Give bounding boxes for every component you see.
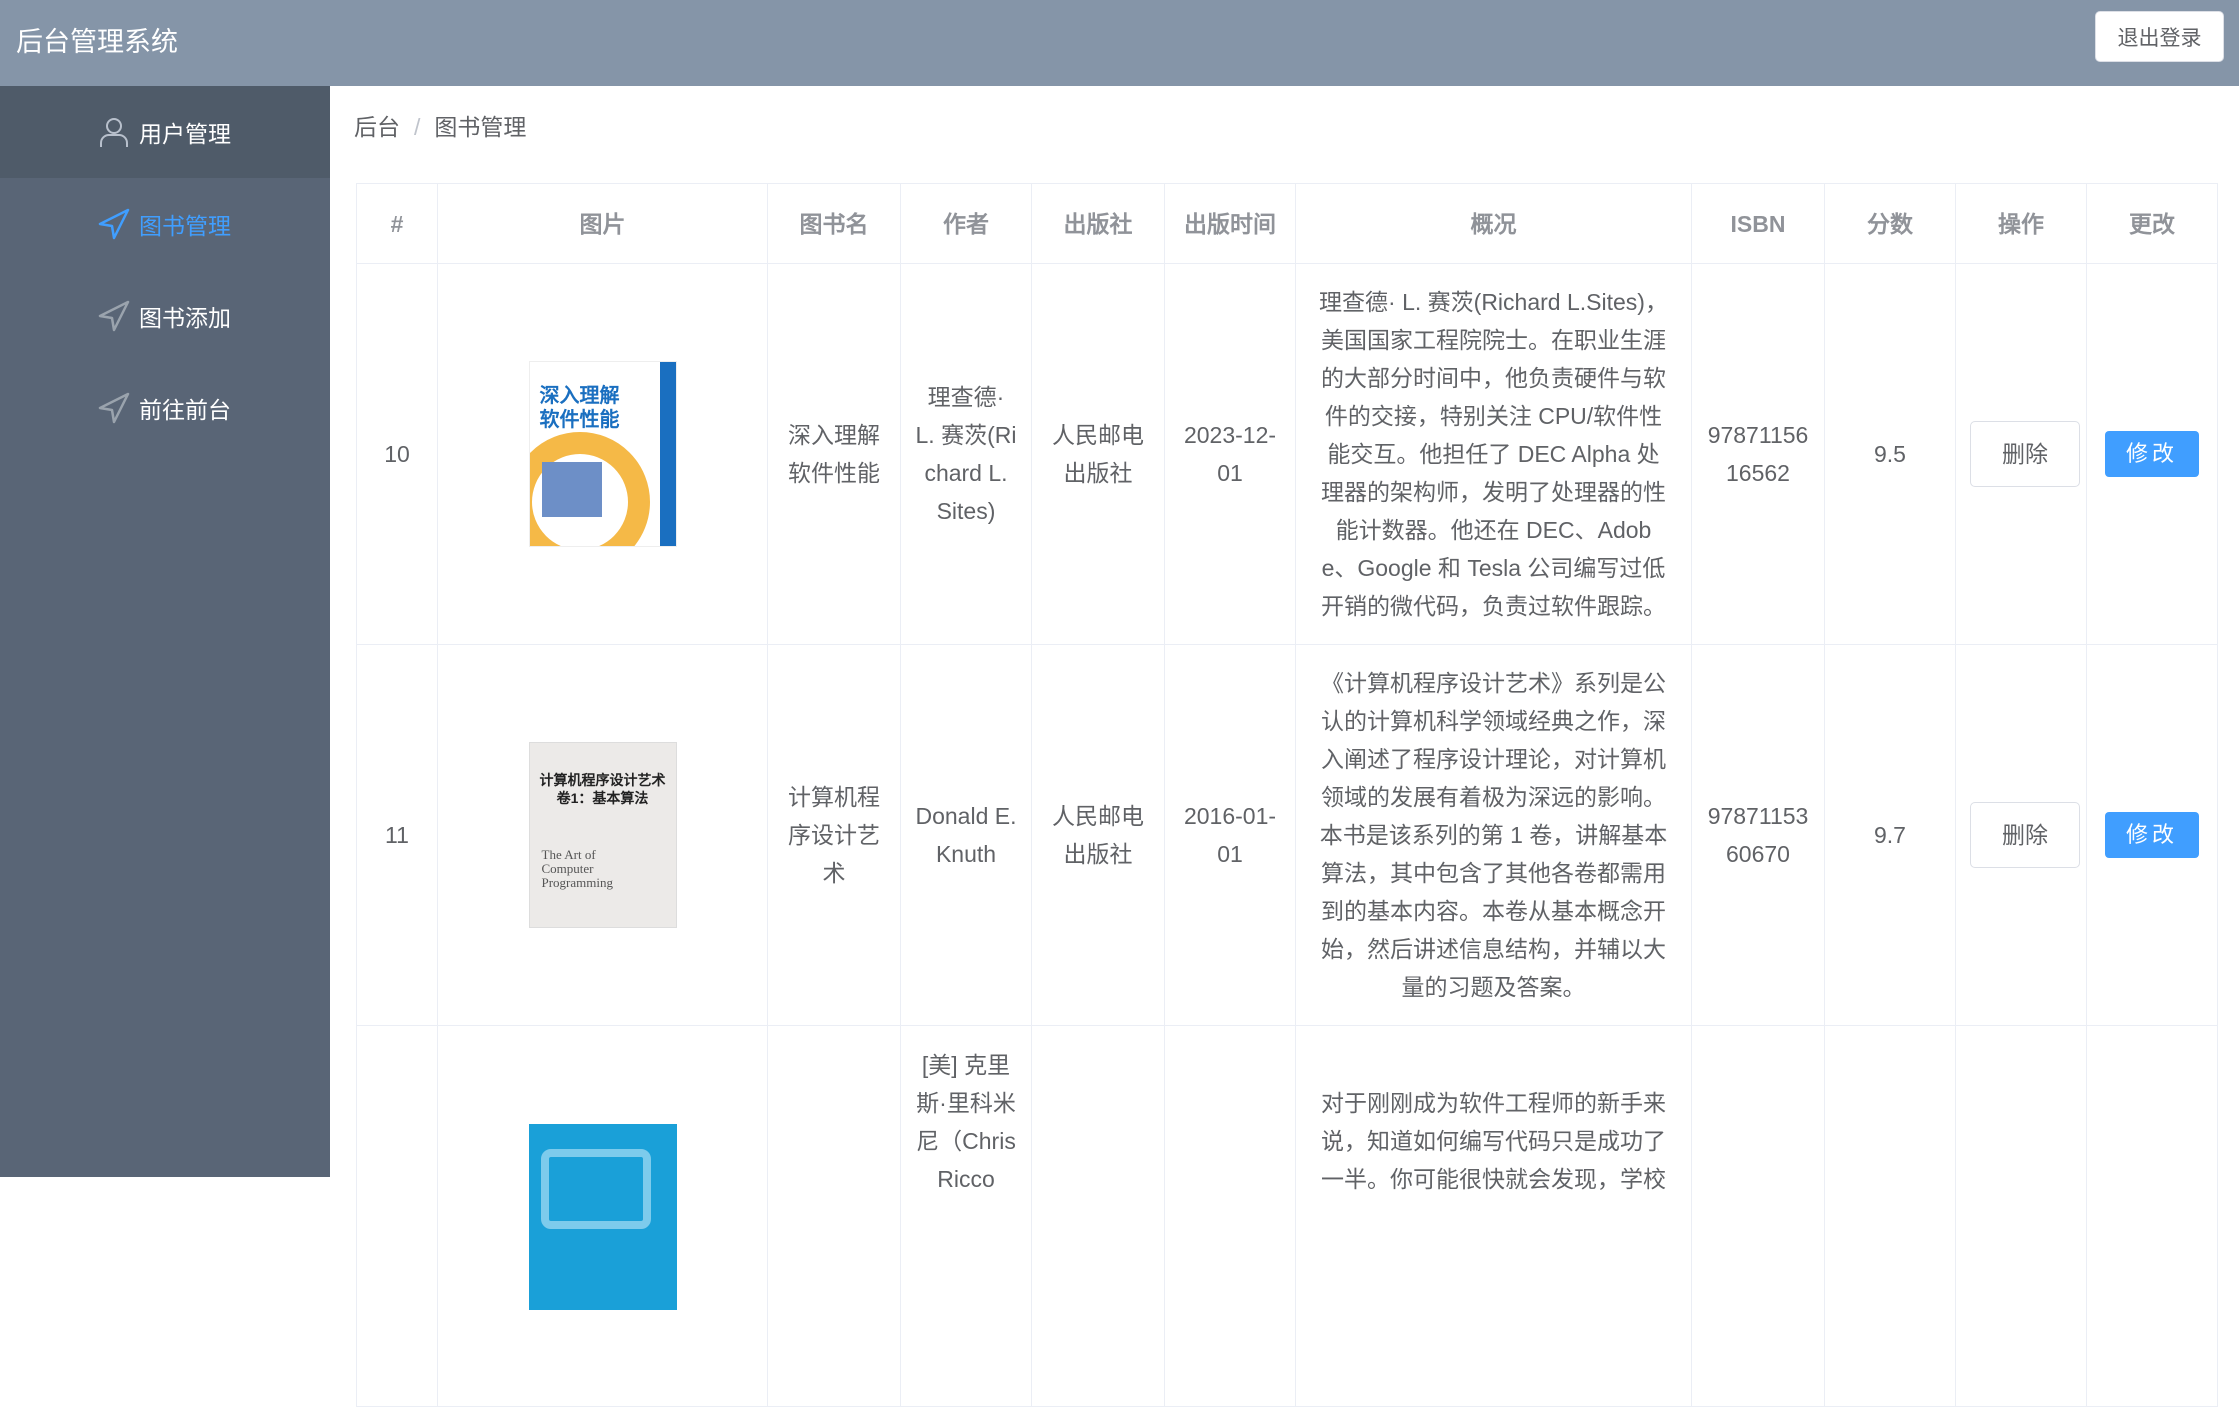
row-author: [美] 克里斯·里科米尼（Chris Ricco [901,1026,1032,1407]
books-table: # 图片 图书名 作者 出版社 出版时间 概况 ISBN 分数 操作 更改 10… [356,183,2218,1407]
row-desc: 《计算机程序设计艺术》系列是公认的计算机科学领域经典之作，深入阐述了程序设计理论… [1296,645,1692,1026]
main-content: 后台 / 图书管理 # 图片 图书名 作者 出版社 出版时间 概况 ISBN 分数 … [330,86,2239,1177]
row-author: 理查德· L. 赛茨(Richard L. Sites) [901,264,1032,645]
row-desc: 理查德· L. 赛茨(Richard L.Sites)，美国国家工程院院士。在职… [1296,264,1692,645]
table-row: 11 计算机程序设计艺术 卷1：基本算法The Art ofComputerPr… [357,645,2218,1026]
table-header-row: # 图片 图书名 作者 出版社 出版时间 概况 ISBN 分数 操作 更改 [357,184,2218,264]
row-image [438,1026,768,1407]
col-header-name: 图书名 [768,184,901,264]
col-header-index: # [357,184,438,264]
app-title: 后台管理系统 [16,20,178,59]
row-author: Donald E. Knuth [901,645,1032,1026]
row-name: 深入理解软件性能 [768,264,901,645]
row-index [357,1026,438,1407]
row-isbn: 9787115360670 [1692,645,1825,1026]
breadcrumb-separator: / [414,114,420,140]
sidebar-item-book-management[interactable]: 图书管理 [0,178,330,270]
sidebar-item-label: 前往前台 [139,391,231,425]
breadcrumb: 后台 / 图书管理 [354,108,526,142]
row-date: 2023-12-01 [1165,264,1296,645]
col-header-desc: 概况 [1296,184,1692,264]
top-header: 后台管理系统 退出登录 [0,0,2239,86]
row-name: 计算机程序设计艺术 [768,645,901,1026]
row-isbn [1692,1026,1825,1407]
row-score: 9.7 [1825,645,1956,1026]
delete-button[interactable]: 删除 [1970,802,2080,868]
col-header-publisher: 出版社 [1032,184,1165,264]
sidebar-item-label: 用户管理 [139,115,231,149]
row-publisher: 人民邮电出版社 [1032,645,1165,1026]
row-score: 9.5 [1825,264,1956,645]
breadcrumb-current: 图书管理 [434,114,526,140]
modify-button[interactable]: 修改 [2105,812,2199,858]
book-cover-image: 深入理解 软件性能 [529,361,677,547]
sidebar: 用户管理 图书管理 图书添加 前往前台 [0,86,330,1177]
row-modify [2087,1026,2218,1407]
breadcrumb-home[interactable]: 后台 [354,114,400,140]
col-header-action: 操作 [1956,184,2087,264]
col-header-score: 分数 [1825,184,1956,264]
sidebar-item-go-frontend[interactable]: 前往前台 [0,362,330,454]
book-cover-image: 计算机程序设计艺术 卷1：基本算法The Art ofComputerProgr… [529,742,677,928]
navigation-icon [97,391,131,425]
row-index: 11 [357,645,438,1026]
row-index: 10 [357,264,438,645]
row-action [1956,1026,2087,1407]
sidebar-item-label: 图书管理 [139,207,231,241]
row-action: 删除 [1956,645,2087,1026]
modify-button[interactable]: 修改 [2105,431,2199,477]
row-score [1825,1026,1956,1407]
sidebar-item-book-add[interactable]: 图书添加 [0,270,330,362]
table-row: 10 深入理解 软件性能 深入理解软件性能 理查德· L. 赛茨(Richard… [357,264,2218,645]
row-action: 删除 [1956,264,2087,645]
row-name [768,1026,901,1407]
row-image: 深入理解 软件性能 [438,264,768,645]
col-header-modify: 更改 [2087,184,2218,264]
row-date [1165,1026,1296,1407]
sidebar-item-label: 图书添加 [139,299,231,333]
row-publisher: 人民邮电出版社 [1032,264,1165,645]
row-desc: 对于刚刚成为软件工程师的新手来说，知道如何编写代码只是成功了一半。你可能很快就会… [1296,1026,1692,1407]
row-publisher [1032,1026,1165,1407]
col-header-author: 作者 [901,184,1032,264]
row-modify: 修改 [2087,645,2218,1026]
row-image: 计算机程序设计艺术 卷1：基本算法The Art ofComputerProgr… [438,645,768,1026]
table-row: [美] 克里斯·里科米尼（Chris Ricco 对于刚刚成为软件工程师的新手来… [357,1026,2218,1407]
row-isbn: 9787115616562 [1692,264,1825,645]
cover-title: 计算机程序设计艺术 卷1：基本算法 [538,771,668,807]
logout-button[interactable]: 退出登录 [2095,11,2224,62]
col-header-isbn: ISBN [1692,184,1825,264]
book-cover-image [529,1124,677,1310]
user-icon [97,115,131,149]
row-date: 2016-01-01 [1165,645,1296,1026]
col-header-image: 图片 [438,184,768,264]
row-modify: 修改 [2087,264,2218,645]
navigation-icon [97,299,131,333]
cover-title: 深入理解 软件性能 [540,384,620,432]
delete-button[interactable]: 删除 [1970,421,2080,487]
sidebar-item-user-management[interactable]: 用户管理 [0,86,330,178]
navigation-icon [97,207,131,241]
col-header-date: 出版时间 [1165,184,1296,264]
